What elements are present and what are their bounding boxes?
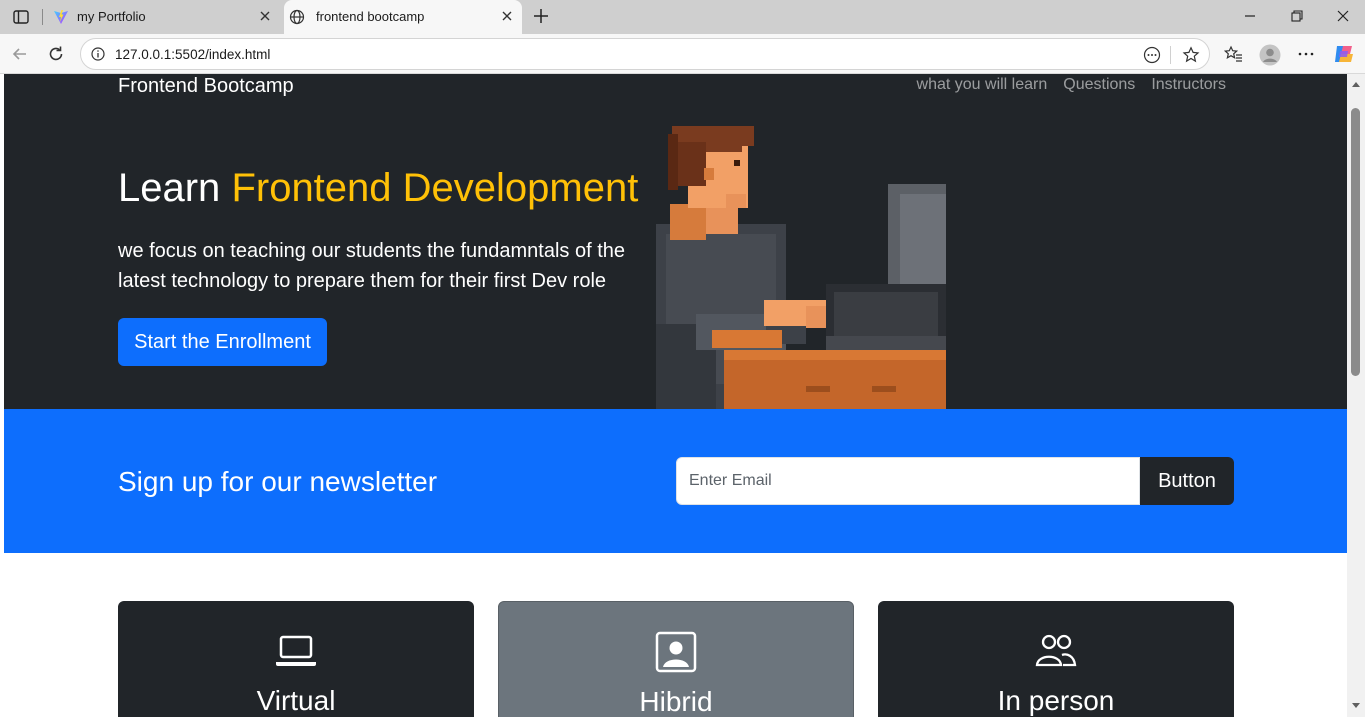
card-virtual: Virtual: [118, 601, 474, 717]
vite-favicon-icon: [52, 8, 70, 26]
hero-title-accent: Frontend Development: [231, 166, 639, 210]
person-badge-icon: [654, 630, 698, 674]
tab-actions-icon[interactable]: [10, 7, 32, 27]
browser-toolbar: 127.0.0.1:5502/index.html: [0, 34, 1365, 74]
favorites-icon[interactable]: [1223, 44, 1244, 64]
card-title: Virtual: [256, 685, 336, 716]
newsletter-section: Sign up for our newsletter Button: [4, 409, 1347, 553]
copilot-icon[interactable]: [1332, 42, 1353, 62]
more-options-icon[interactable]: [1296, 44, 1316, 64]
email-input[interactable]: [676, 457, 1140, 505]
minimize-window-icon[interactable]: [1242, 8, 1258, 24]
address-bar[interactable]: 127.0.0.1:5502/index.html: [80, 38, 1210, 70]
card-in-person: In person: [878, 601, 1234, 717]
laptop-icon: [274, 629, 318, 673]
back-arrow-icon[interactable]: [10, 44, 30, 64]
site-info-icon[interactable]: [91, 47, 105, 61]
hero-title-prefix: Learn: [118, 166, 221, 210]
tab-frontend-bootcamp[interactable]: frontend bootcamp: [284, 0, 522, 34]
tab-separator: [42, 9, 43, 25]
tab-title: my Portfolio: [77, 9, 146, 24]
close-tab-icon[interactable]: [258, 9, 272, 23]
hero-section: Frontend Bootcamp what you will learn Qu…: [4, 74, 1347, 409]
page-scrollbar[interactable]: [1347, 74, 1365, 717]
card-hibrid: Hibrid: [498, 601, 854, 717]
navbar-links: what you will learn Questions Instructor…: [917, 76, 1226, 94]
scroll-thumb[interactable]: [1351, 108, 1360, 376]
nav-link-questions[interactable]: Questions: [1063, 76, 1135, 94]
newsletter-title: Sign up for our newsletter: [118, 466, 438, 497]
globe-icon: [288, 8, 306, 26]
start-enrollment-button[interactable]: Start the Enrollment: [118, 318, 327, 366]
address-divider: [1170, 46, 1171, 64]
cards-section: Virtual Hibrid In person: [4, 553, 1347, 717]
reading-options-icon[interactable]: [1143, 46, 1161, 64]
favorite-star-icon[interactable]: [1182, 46, 1200, 64]
close-tab-icon[interactable]: [500, 9, 514, 23]
hero-illustration: [656, 126, 946, 409]
tab-my-portfolio[interactable]: my Portfolio: [48, 0, 280, 34]
hero-description: we focus on teaching our students the fu…: [118, 240, 625, 292]
scroll-down-icon[interactable]: [1351, 702, 1361, 710]
new-tab-icon[interactable]: [531, 6, 551, 26]
nav-link-instructors[interactable]: Instructors: [1151, 76, 1226, 94]
hero-title: Learn Frontend Development: [118, 166, 638, 211]
page-viewport: Frontend Bootcamp what you will learn Qu…: [4, 74, 1347, 717]
refresh-icon[interactable]: [46, 44, 66, 64]
newsletter-submit-button[interactable]: Button: [1140, 457, 1234, 505]
restore-window-icon[interactable]: [1289, 8, 1305, 24]
people-icon: [1034, 629, 1078, 673]
card-title: Hibrid: [639, 686, 713, 717]
url-text: 127.0.0.1:5502/index.html: [115, 47, 271, 62]
profile-avatar-icon[interactable]: [1259, 44, 1281, 66]
close-window-icon[interactable]: [1335, 8, 1351, 24]
nav-link-learn[interactable]: what you will learn: [917, 76, 1048, 94]
browser-tab-bar: my Portfolio frontend bootcamp: [0, 0, 1365, 34]
tab-title: frontend bootcamp: [316, 9, 425, 24]
scroll-up-icon[interactable]: [1351, 80, 1361, 88]
card-title: In person: [997, 685, 1115, 716]
navbar-brand[interactable]: Frontend Bootcamp: [118, 75, 294, 98]
